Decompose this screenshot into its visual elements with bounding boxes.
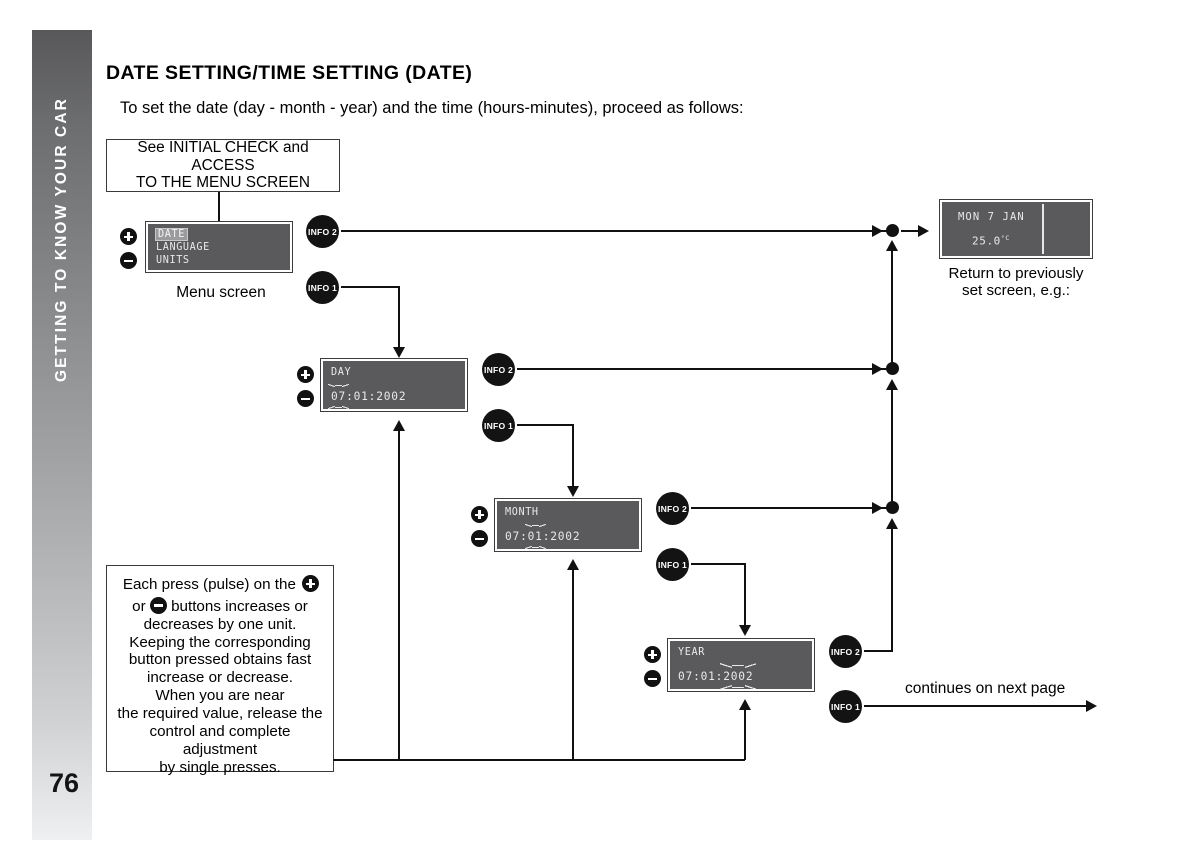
note-line-5: button pressed obtains fast (128, 651, 312, 669)
arrow-up-to-junction-1 (886, 240, 898, 251)
day-screen-display: DAY 07:01:2002 (320, 358, 468, 412)
month-screen-label: MONTH (505, 507, 539, 518)
note-line-8: the required value, release the (117, 705, 323, 723)
flow-info2-day-to-junction (517, 368, 888, 371)
junction-dot-1 (886, 224, 899, 237)
month-blinking-digits: 01 (524, 522, 546, 551)
arrow-continues-next-page (1086, 700, 1097, 712)
note-line-1: Each press (pulse) on the (113, 572, 327, 594)
clock-screen-divider (1042, 204, 1044, 254)
clock-screen-display: MON 7 JAN 25.0°C (939, 199, 1093, 259)
note-box-lines: Each press (pulse) on the or buttons inc… (113, 572, 327, 776)
note-line-9: control and complete adjustment (149, 722, 291, 758)
arrow-up-into-day-screen (393, 420, 405, 431)
return-riser-month (572, 569, 575, 760)
flow-info1-menu-h (341, 286, 400, 289)
page-subtitle: To set the date (day - month - year) and… (120, 99, 744, 117)
flow-junction2-to-junction1 (891, 247, 894, 363)
arrow-into-year-screen (739, 625, 751, 636)
info1-badge-year[interactable]: INFO 1 (829, 690, 862, 723)
flow-info1-month-v (744, 563, 747, 626)
arrow-to-junction-2 (872, 363, 883, 375)
return-riser-year (744, 709, 747, 760)
menu-item-units[interactable]: UNITS (156, 255, 190, 266)
note-box: Each press (pulse) on the or buttons inc… (106, 565, 334, 776)
plus-button-day[interactable] (297, 366, 314, 383)
info1-badge-month[interactable]: INFO 1 (656, 548, 689, 581)
manual-page: GETTING TO KNOW YOUR CAR 76 DATE SETTING… (0, 0, 1200, 861)
note-line-4: Keeping the corresponding (129, 633, 311, 651)
minus-icon-note (149, 596, 167, 614)
clock-date-text: MON 7 JAN (958, 211, 1025, 223)
info1-badge-day[interactable]: INFO 1 (482, 409, 515, 442)
year-screen-value: 07:01:2002 (678, 662, 757, 691)
month-screen-display: MONTH 07:01:2002 (494, 498, 642, 552)
arrow-up-into-year-screen (739, 699, 751, 710)
section-tab-label: GETTING TO KNOW YOUR CAR (53, 97, 70, 383)
day-blinking-digits: 07 (327, 382, 350, 411)
connector-intro-to-menu (218, 192, 221, 222)
minus-button-menu[interactable] (120, 252, 137, 269)
junction-dot-2 (886, 362, 899, 375)
info2-badge-year[interactable]: INFO 2 (829, 635, 862, 668)
flow-info1-day-v (572, 424, 575, 487)
arrow-into-clock-screen (918, 225, 929, 237)
menu-item-language[interactable]: LANGUAGE (156, 242, 210, 253)
flow-continues-next-page (864, 705, 1088, 708)
flow-junction3-to-junction2 (891, 386, 894, 502)
note-line-6: increase or decrease. (146, 669, 294, 687)
continues-next-page-label: continues on next page (905, 680, 1066, 697)
flow-info1-menu-v (398, 286, 401, 349)
arrow-to-junction-1 (872, 225, 883, 237)
note-line-2: or buttons increases or (132, 596, 308, 615)
arrow-up-into-month-screen (567, 559, 579, 570)
minus-button-day[interactable] (297, 390, 314, 407)
plus-button-year[interactable] (644, 646, 661, 663)
flow-info2-year-v (891, 525, 894, 652)
menu-screen-display: DATE LANGUAGE UNITS (145, 221, 293, 273)
note-line-10: by single presses. (159, 758, 281, 776)
clock-caption-line-1: Return to previously (948, 265, 1084, 282)
arrow-into-day-screen (393, 347, 405, 358)
year-screen-display: YEAR 07:01:2002 (667, 638, 815, 692)
note-line-3: decreases by one unit. (143, 615, 297, 633)
info2-badge-day[interactable]: INFO 2 (482, 353, 515, 386)
intro-line-1: See INITIAL CHECK and ACCESS (137, 139, 309, 174)
menu-screen-caption: Menu screen (176, 284, 266, 301)
intro-reference-box: See INITIAL CHECK and ACCESS TO THE MENU… (106, 139, 340, 192)
year-screen-label: YEAR (678, 647, 705, 658)
flow-info2-year-h (864, 650, 893, 653)
return-bus-horizontal (333, 759, 745, 762)
clock-caption-line-2: set screen, e.g.: (961, 282, 1071, 300)
plus-icon-note (302, 575, 320, 592)
minus-button-year[interactable] (644, 670, 661, 687)
minus-button-month[interactable] (471, 530, 488, 547)
page-title: DATE SETTING/TIME SETTING (DATE) (106, 62, 473, 84)
day-screen-value: 07:01:2002 (327, 382, 407, 411)
info1-badge-menu[interactable]: INFO 1 (306, 271, 339, 304)
page-number: 76 (48, 768, 80, 798)
clock-temperature-text: 25.0°C (972, 234, 1010, 248)
plus-button-menu[interactable] (120, 228, 137, 245)
return-riser-day (398, 430, 401, 760)
flow-info2-menu-to-junction (341, 230, 888, 233)
day-screen-label: DAY (331, 367, 352, 378)
arrow-up-to-junction-2 (886, 379, 898, 390)
clock-screen-caption: Return to previously set screen, e.g.: (930, 265, 1102, 300)
flow-info1-day-h (517, 424, 574, 427)
flow-info1-month-h (691, 563, 746, 566)
info2-badge-month[interactable]: INFO 2 (656, 492, 689, 525)
arrow-to-junction-3 (872, 502, 883, 514)
year-blinking-digits: 2002 (720, 662, 757, 691)
flow-info2-month-to-junction (691, 507, 888, 510)
junction-dot-3 (886, 501, 899, 514)
menu-item-date[interactable]: DATE (155, 228, 188, 241)
intro-line-2: TO THE MENU SCREEN (136, 174, 310, 192)
arrow-into-month-screen (567, 486, 579, 497)
month-screen-value: 07:01:2002 (505, 522, 581, 551)
note-line-7: When you are near (155, 687, 285, 705)
arrow-up-to-junction-3 (886, 518, 898, 529)
info2-badge-menu[interactable]: INFO 2 (306, 215, 339, 248)
plus-button-month[interactable] (471, 506, 488, 523)
